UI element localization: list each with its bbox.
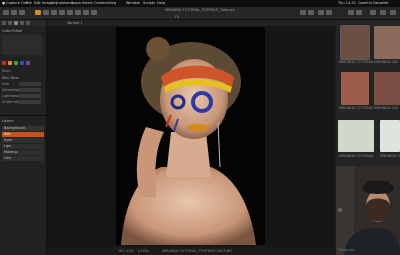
webcam-overlay: Presenter xyxy=(336,166,400,255)
redo-icon[interactable] xyxy=(308,10,314,15)
menu-scripts[interactable]: Scripts xyxy=(143,1,155,5)
color-wheel-area[interactable] xyxy=(2,35,42,55)
straighten-icon[interactable] xyxy=(67,10,73,15)
window-title: MIRANDA TUTORIAL_PORTRAIT_Retouch xyxy=(165,8,235,12)
layer-name: Skin xyxy=(4,132,12,136)
variant-tab[interactable]: Variant 1 xyxy=(67,21,83,25)
list-view-icon[interactable] xyxy=(356,10,362,15)
tab-color-icon[interactable] xyxy=(14,21,18,25)
portrait-image xyxy=(116,27,265,245)
crop-tool-icon[interactable] xyxy=(59,10,65,15)
layers-header: Layers xyxy=(2,119,14,123)
layer-row[interactable]: Hair xyxy=(2,156,44,161)
copy-adjustments-icon[interactable] xyxy=(318,10,324,15)
menu-select[interactable]: Select xyxy=(82,1,93,5)
layer-row[interactable]: Eyes xyxy=(2,138,44,143)
clock: Thu 14:32 xyxy=(338,1,356,5)
menu-bar: ● Capture One File Edit Image Adjustment… xyxy=(0,0,400,7)
thumbnail-caption: MIRANDA 004 xyxy=(374,106,399,110)
menu-view[interactable]: View xyxy=(108,1,116,5)
toolbar: MIRANDA TUTORIAL_PORTRAIT_Retouch Fit xyxy=(0,7,400,20)
pan-tool-icon[interactable] xyxy=(43,10,49,15)
layer-row-active[interactable]: Skin xyxy=(2,132,44,137)
hue-slider[interactable] xyxy=(19,82,41,86)
thumbnail[interactable] xyxy=(380,120,400,152)
layer-row[interactable]: Lips xyxy=(2,144,44,149)
zoom-tool-icon[interactable] xyxy=(51,10,57,15)
lightness-slider[interactable] xyxy=(19,94,41,98)
tab-library-icon[interactable] xyxy=(2,21,6,25)
webcam-label: Presenter xyxy=(338,248,355,252)
color-editor-header: Color Editor xyxy=(2,29,23,33)
layer-name: Background xyxy=(4,126,25,130)
viewer-status-bar: ISO 100 1/125s MIRANDA TUTORIAL_PORTRAIT… xyxy=(47,247,335,255)
tab-exposure-icon[interactable] xyxy=(20,21,24,25)
settings-icon[interactable] xyxy=(390,10,396,15)
picker-tool-icon[interactable] xyxy=(91,10,97,15)
thumbnail[interactable] xyxy=(341,72,369,105)
uniformity-slider[interactable] xyxy=(19,100,41,104)
menu-edit[interactable]: Edit xyxy=(34,1,41,5)
uniformity-label: Uniformity xyxy=(2,100,21,104)
layer-name: Makeup xyxy=(4,150,18,154)
grid-view-icon[interactable] xyxy=(348,10,354,15)
help-icon[interactable] xyxy=(370,10,376,15)
divider xyxy=(0,115,46,116)
thumbnail-caption: MIRANDA 006 xyxy=(380,154,400,158)
swatch-red[interactable] xyxy=(2,61,6,65)
tool-panel: Color Editor Basic Skin Tone Hue Saturat… xyxy=(0,20,47,255)
export-icon[interactable] xyxy=(380,10,386,15)
thumbnail-caption: MIRANDA TUTORIAL 005 xyxy=(339,154,373,158)
capture-icon[interactable] xyxy=(19,10,25,15)
layer-row[interactable]: Makeup xyxy=(2,150,44,155)
layer-name: Hair xyxy=(4,156,12,160)
shutter-readout: 1/125s xyxy=(137,249,149,253)
swatch-blue[interactable] xyxy=(20,61,24,65)
menu-help[interactable]: Help xyxy=(157,1,165,5)
saturation-label: Saturation xyxy=(2,88,21,92)
thumbnail[interactable] xyxy=(338,120,374,152)
menu-file[interactable]: File xyxy=(26,1,32,5)
menu-adjustments[interactable]: Adjustments xyxy=(52,1,74,5)
skin-tone-label: Skin Tone xyxy=(2,76,19,80)
import-icon[interactable] xyxy=(11,10,17,15)
undo-icon[interactable] xyxy=(300,10,306,15)
thumbnail-caption: MIRANDA TUTORIAL 003 xyxy=(339,106,373,110)
brush-tool-icon[interactable] xyxy=(75,10,81,15)
layer-row[interactable]: Background xyxy=(2,126,44,131)
menu-app[interactable]: Capture One xyxy=(6,1,28,5)
presenter-video xyxy=(336,166,400,255)
library-icon[interactable] xyxy=(3,10,9,15)
lightness-label: Lightness xyxy=(2,94,19,98)
tab-details-icon[interactable] xyxy=(26,21,30,25)
menu-window[interactable]: Window xyxy=(126,1,140,5)
iso-readout: ISO 100 xyxy=(119,249,133,253)
menu-camera[interactable]: Camera xyxy=(94,1,108,5)
thumbnail[interactable] xyxy=(340,25,370,60)
portrait-photo xyxy=(116,27,265,245)
thumbnail-caption: MIRANDA TUTORIAL 001 xyxy=(339,60,373,64)
apply-adjustments-icon[interactable] xyxy=(326,10,332,15)
cursor-tool-icon[interactable] xyxy=(35,10,41,15)
saturation-slider[interactable] xyxy=(19,88,41,92)
filename-caption: MIRANDA TUTORIAL_PORTRAIT-0023.NEF xyxy=(162,249,232,253)
swatch-green[interactable] xyxy=(14,61,18,65)
zoom-level[interactable]: Fit xyxy=(175,15,179,19)
tab-capture-icon[interactable] xyxy=(8,21,12,25)
viewer-header: Variant 1 xyxy=(47,20,335,26)
layer-name: Lips xyxy=(4,144,11,148)
user-status[interactable]: Quentin Decaillet xyxy=(358,1,398,5)
swatch-orange[interactable] xyxy=(8,61,12,65)
hue-label: Hue xyxy=(2,82,10,86)
eraser-tool-icon[interactable] xyxy=(83,10,89,15)
tool-tabs xyxy=(0,20,46,26)
menu-layer[interactable]: Layer xyxy=(72,1,82,5)
basic-label: Basic xyxy=(2,69,12,73)
layer-name: Eyes xyxy=(4,138,13,142)
apple-menu-icon[interactable]: ● xyxy=(2,1,5,5)
thumbnail[interactable] xyxy=(374,72,400,105)
thumbnail[interactable] xyxy=(374,26,400,59)
thumbnail-caption: MIRANDA 002 xyxy=(374,60,399,64)
swatch-purple[interactable] xyxy=(26,61,30,65)
